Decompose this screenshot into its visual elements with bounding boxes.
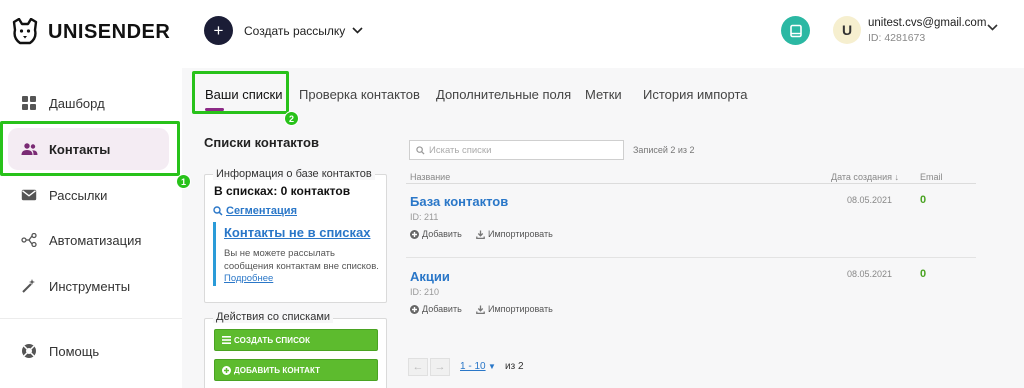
sidebar-item-tools[interactable]: Инструменты [20,272,130,300]
download-icon [476,305,485,314]
column-header-date[interactable]: Дата создания ↓ [831,172,899,182]
plus-icon: + [204,16,233,45]
contacts-in-lists-count: В списках: 0 контактов [214,184,351,198]
add-contacts-action[interactable]: Добавить [410,229,462,239]
avatar[interactable]: U [833,16,861,44]
tab-import-history[interactable]: История импорта [643,87,747,102]
plus-circle-icon [410,229,419,239]
arrow-right-icon: → [434,361,446,373]
help-lifebuoy-icon [20,342,38,360]
list-email-count: 0 [920,268,927,280]
list-id: ID: 211 [410,212,439,222]
tab-additional-fields[interactable]: Дополнительные поля [436,87,571,102]
column-header-email: Email [920,172,943,182]
contacts-not-in-lists-link[interactable]: Контакты не в списках [224,225,370,240]
not-in-lists-accent-bar [213,222,216,286]
sidebar-item-label: Автоматизация [49,232,142,248]
records-count: Записей 2 из 2 [633,145,695,155]
pager-prev-button[interactable]: ← [408,358,428,376]
search-icon [416,145,425,155]
caret-down-icon[interactable]: ▼ [488,362,496,371]
list-email-count: 0 [920,194,927,206]
automation-icon [20,231,38,249]
import-action-label: Импортировать [488,229,553,239]
active-tab-indicator [205,108,224,111]
user-id: ID: 4281673 [868,32,926,44]
sidebar-item-help[interactable]: Помощь [20,337,99,365]
user-email[interactable]: unitest.cvs@gmail.com [868,17,986,29]
sidebar-item-dashboard[interactable]: Дашборд [20,89,105,117]
people-icon [20,140,38,158]
create-list-label: СОЗДАТЬ СПИСОК [234,335,311,345]
add-action-label: Добавить [422,229,462,239]
tab-contact-check[interactable]: Проверка контактов [299,87,420,102]
brand-logo[interactable]: UNISENDER [10,18,170,46]
create-campaign-label: Создать рассылку [244,23,346,38]
user-menu-chevron-icon[interactable] [987,24,998,31]
panel-title: Списки контактов [204,135,319,150]
chevron-down-icon [352,27,363,34]
sidebar-item-label: Контакты [49,141,111,157]
annotation-badge-1: 1 [176,174,191,189]
knowledge-base-button[interactable] [781,16,810,45]
info-box-legend: Информация о базе контактов [213,168,375,180]
list-name-link[interactable]: Акции [410,269,450,284]
column-header-name[interactable]: Название [410,172,450,182]
tab-tags[interactable]: Метки [585,87,622,102]
brand-name: UNISENDER [48,20,171,43]
sidebar-divider [0,318,182,319]
page-size-select[interactable]: 1 - 10 [460,361,486,372]
book-icon [789,24,802,37]
add-contact-button[interactable]: ДОБАВИТЬ КОНТАКТ [214,359,378,381]
mail-icon [20,186,38,204]
list-created-date: 08.05.2021 [847,269,893,279]
add-action-label: Добавить [422,304,462,314]
search-icon [213,206,223,216]
dashboard-icon [20,94,38,112]
magic-wand-icon [20,277,38,295]
list-name-link[interactable]: База контактов [410,194,508,209]
more-info-link[interactable]: Подробнее [224,273,273,284]
list-created-date: 08.05.2021 [847,195,893,205]
create-campaign-button[interactable]: + Создать рассылку [204,16,363,45]
search-input[interactable] [429,144,609,156]
import-contacts-action[interactable]: Импортировать [476,229,553,239]
list-icon [222,336,231,344]
list-id: ID: 210 [410,287,440,297]
dog-logo-icon [12,18,38,45]
sidebar-item-label: Дашборд [49,95,105,111]
create-list-button[interactable]: СОЗДАТЬ СПИСОК [214,329,378,351]
sidebar-item-label: Помощь [49,343,100,359]
row-divider [406,257,976,258]
table-header-divider [406,183,976,184]
import-action-label: Импортировать [488,304,553,314]
annotation-badge-2: 2 [284,111,299,126]
plus-circle-icon [410,304,419,314]
not-in-lists-description: Вы не можете рассылать сообщения контакт… [224,248,379,272]
sidebar-item-label: Инструменты [49,278,131,294]
add-contacts-action[interactable]: Добавить [410,304,462,314]
sidebar-item-label: Рассылки [49,187,108,203]
sidebar-item-campaigns[interactable]: Рассылки [20,181,107,209]
pager-next-button[interactable]: → [430,358,450,376]
import-contacts-action[interactable]: Импортировать [476,304,553,314]
segmentation-link[interactable]: Сегментация [213,205,297,217]
sidebar-item-automation[interactable]: Автоматизация [20,226,141,254]
actions-box-legend: Действия со списками [213,311,334,323]
tab-your-lists[interactable]: Ваши списки [205,87,282,102]
add-contact-label: ДОБАВИТЬ КОНТАКТ [234,365,321,375]
plus-circle-icon [222,365,231,375]
list-search-field[interactable] [409,140,624,160]
sidebar-item-contacts[interactable]: Контакты [20,135,110,163]
segmentation-label: Сегментация [226,205,297,217]
arrow-left-icon: ← [412,361,424,373]
download-icon [476,230,485,239]
pager-total: из 2 [505,361,524,372]
